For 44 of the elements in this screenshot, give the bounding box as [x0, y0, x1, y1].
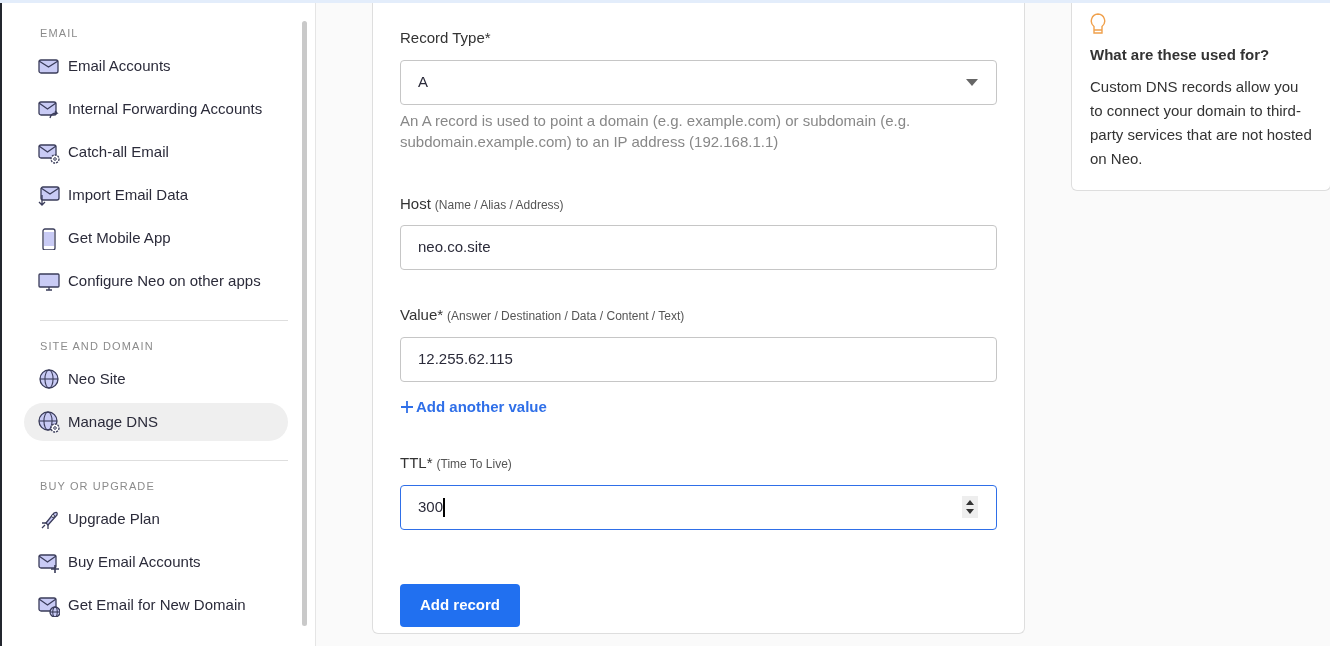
plus-icon	[400, 399, 414, 414]
field-label: TTL*	[400, 453, 433, 473]
field-label: Value*	[400, 305, 444, 325]
section-heading: BUY OR UPGRADE	[40, 479, 155, 494]
envelope-plus-icon	[38, 551, 60, 574]
globe-icon	[38, 368, 60, 390]
monitor-icon	[38, 270, 60, 293]
add-value-link[interactable]: Add another value	[400, 395, 547, 418]
field-label: Host	[400, 193, 431, 214]
sidebar-item[interactable]: Buy Email Accounts	[24, 543, 288, 582]
input-field[interactable]: 300	[400, 484, 997, 530]
info-title: What are these used for?	[1090, 45, 1271, 65]
sidebar-item[interactable]: Upgrade Plan	[24, 500, 288, 539]
sidebar-item[interactable]: Get Email for New Domain	[24, 586, 288, 625]
sidebar-item[interactable]: Manage DNS	[24, 403, 288, 441]
sidebar-item[interactable]: Email Accounts	[24, 47, 288, 86]
add-record-button[interactable]: Add record	[400, 583, 520, 627]
record-type-select[interactable]: A	[400, 59, 997, 105]
sidebar-item[interactable]: Get Mobile App	[24, 219, 288, 258]
sidebar-item[interactable]: Neo Site	[24, 360, 288, 398]
lightbulb-icon	[1090, 13, 1106, 37]
sidebar-item[interactable]: Import Email Data	[24, 176, 288, 215]
sidebar-item[interactable]: Internal Forwarding Accounts	[24, 90, 288, 129]
sidebar-item[interactable]: Configure Neo on other apps	[24, 262, 288, 301]
globe-gear-icon	[38, 411, 60, 433]
field-hint: (Name / Alias / Address)	[434, 196, 564, 214]
envelope-globe-icon	[38, 594, 60, 617]
section-heading: SITE AND DOMAIN	[40, 338, 154, 354]
section-heading: EMAIL	[40, 26, 79, 41]
input-field[interactable]: 12.255.62.115	[400, 336, 997, 382]
info-text: Custom DNS records allow you to connect your domain to third-party services that are not hosted on Neo.	[1090, 76, 1312, 169]
caret-icon	[966, 78, 978, 86]
field-hint: (Time To Live)	[436, 456, 512, 473]
text-cursor	[443, 497, 446, 517]
field-label: Record Type*	[400, 28, 491, 48]
help-text: An A record is used to point a domain (e.g. example.com) or subdomain (e.g. subdomain.example.com) to an IP address (192.168.1.1)	[400, 110, 912, 152]
envelope-arrow-icon	[38, 98, 60, 121]
envelope-download-icon	[38, 184, 60, 207]
field-hint: (Answer / Destination / Data / Content / Text)	[447, 308, 685, 325]
sidebar-item[interactable]: Catch-all Email	[24, 133, 288, 172]
envelope-gear-icon	[38, 141, 60, 164]
spinner-icon[interactable]	[962, 496, 978, 518]
scrollbar[interactable]	[302, 21, 307, 626]
input-field[interactable]: neo.co.site	[400, 225, 997, 270]
